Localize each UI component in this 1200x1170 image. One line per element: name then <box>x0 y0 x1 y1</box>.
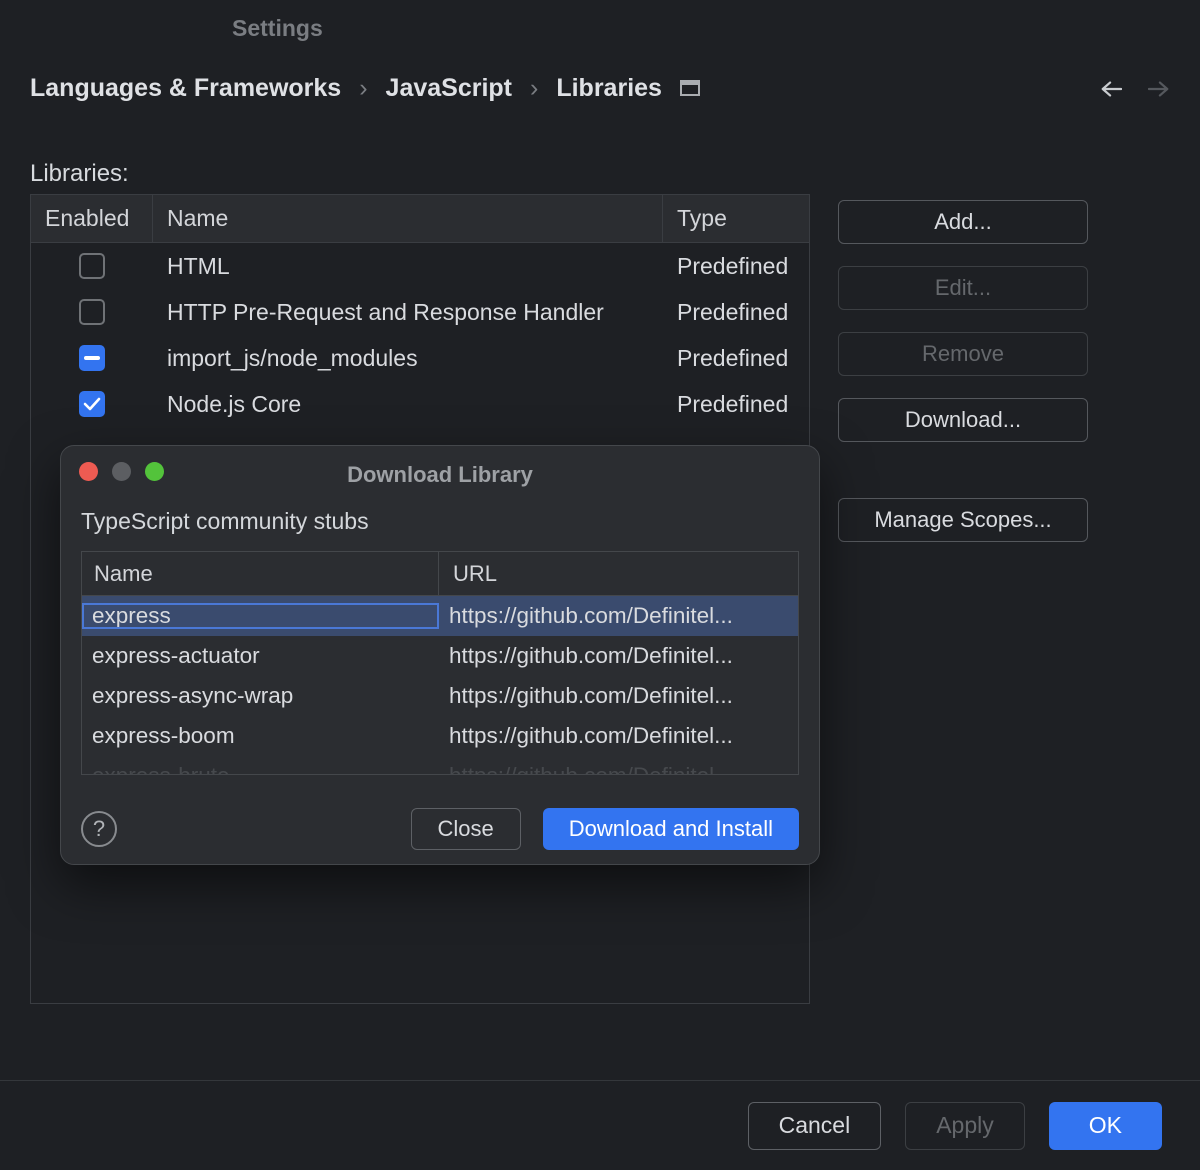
dialog-subtitle: TypeScript community stubs <box>61 490 819 535</box>
lib-name: import_js/node_modules <box>153 345 663 372</box>
manage-scopes-button[interactable]: Manage Scopes... <box>838 498 1088 542</box>
stubs-table: Name URL express https://github.com/Defi… <box>81 551 799 775</box>
libraries-label: Libraries: <box>30 160 129 188</box>
stub-url: https://github.com/Definitel... <box>439 723 798 749</box>
lib-type: Predefined <box>663 391 811 418</box>
stubs-table-header: Name URL <box>82 552 798 596</box>
table-row[interactable]: HTTP Pre-Request and Response Handler Pr… <box>31 289 809 335</box>
checkbox-empty-icon[interactable] <box>79 253 105 279</box>
col-url[interactable]: URL <box>439 552 798 595</box>
stub-name: express-async-wrap <box>82 683 439 709</box>
minimize-window-icon[interactable] <box>112 462 131 481</box>
libraries-table-header: Enabled Name Type <box>31 195 809 243</box>
breadcrumb-item[interactable]: JavaScript <box>386 74 512 103</box>
lib-type: Predefined <box>663 253 811 280</box>
breadcrumb-item[interactable]: Languages & Frameworks <box>30 74 341 103</box>
col-name[interactable]: Name <box>153 195 663 242</box>
stub-url: https://github.com/Definitel... <box>439 763 798 774</box>
table-row[interactable]: HTML Predefined <box>31 243 809 289</box>
table-row[interactable]: express-boom https://github.com/Definite… <box>82 716 798 756</box>
ok-button[interactable]: OK <box>1049 1102 1162 1150</box>
forward-arrow-icon[interactable] <box>1148 78 1170 100</box>
expand-icon[interactable] <box>680 74 700 103</box>
table-row[interactable]: express https://github.com/Definitel... <box>82 596 798 636</box>
maximize-window-icon[interactable] <box>145 462 164 481</box>
chevron-right-icon: › <box>530 74 538 103</box>
bottom-bar: Cancel Apply OK <box>0 1080 1200 1170</box>
stub-url: https://github.com/Definitel... <box>439 643 798 669</box>
lib-name: HTML <box>153 253 663 280</box>
checkbox-checked-icon[interactable] <box>79 391 105 417</box>
back-arrow-icon[interactable] <box>1100 78 1122 100</box>
download-library-dialog: Download Library TypeScript community st… <box>60 445 820 865</box>
lib-type: Predefined <box>663 299 811 326</box>
checkbox-indeterminate-icon[interactable] <box>79 345 105 371</box>
cancel-button[interactable]: Cancel <box>748 1102 882 1150</box>
download-and-install-button[interactable]: Download and Install <box>543 808 799 850</box>
col-enabled[interactable]: Enabled <box>31 195 153 242</box>
close-window-icon[interactable] <box>79 462 98 481</box>
settings-title: Settings <box>232 15 323 42</box>
table-row[interactable]: import_js/node_modules Predefined <box>31 335 809 381</box>
col-name[interactable]: Name <box>82 552 439 595</box>
dialog-titlebar: Download Library <box>61 446 819 490</box>
remove-button[interactable]: Remove <box>838 332 1088 376</box>
table-row[interactable]: express-actuator https://github.com/Defi… <box>82 636 798 676</box>
checkbox-empty-icon[interactable] <box>79 299 105 325</box>
help-icon[interactable]: ? <box>81 811 117 847</box>
lib-name: Node.js Core <box>153 391 663 418</box>
stub-url: https://github.com/Definitel... <box>439 603 798 629</box>
table-row[interactable]: express-async-wrap https://github.com/De… <box>82 676 798 716</box>
stub-name: express-actuator <box>82 643 439 669</box>
lib-type: Predefined <box>663 345 811 372</box>
stub-url: https://github.com/Definitel... <box>439 683 798 709</box>
stub-name: express-brute <box>82 763 439 774</box>
chevron-right-icon: › <box>359 74 367 103</box>
library-actions: Add... Edit... Remove Download... Manage… <box>838 200 1088 542</box>
col-type[interactable]: Type <box>663 195 811 242</box>
breadcrumb-item[interactable]: Libraries <box>556 74 662 103</box>
edit-button[interactable]: Edit... <box>838 266 1088 310</box>
table-row[interactable]: Node.js Core Predefined <box>31 381 809 427</box>
breadcrumb: Languages & Frameworks › JavaScript › Li… <box>30 74 1170 103</box>
add-button[interactable]: Add... <box>838 200 1088 244</box>
dialog-title: Download Library <box>61 448 819 488</box>
close-button[interactable]: Close <box>411 808 521 850</box>
stub-name[interactable]: express <box>82 603 439 629</box>
table-row[interactable]: express-brute https://github.com/Definit… <box>82 756 798 774</box>
download-button[interactable]: Download... <box>838 398 1088 442</box>
lib-name: HTTP Pre-Request and Response Handler <box>153 299 663 326</box>
apply-button[interactable]: Apply <box>905 1102 1025 1150</box>
stub-name: express-boom <box>82 723 439 749</box>
